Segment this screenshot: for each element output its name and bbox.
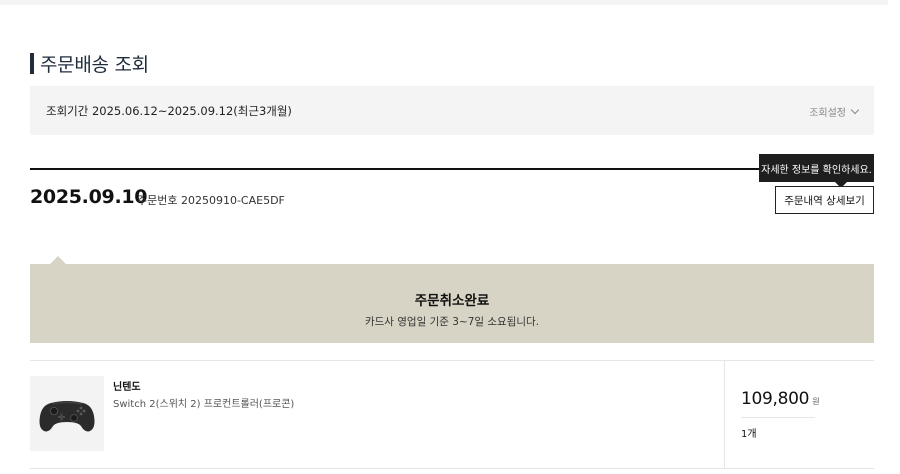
product-quantity: 1개 [741,429,757,440]
period-setting-button[interactable]: 조회설정 [809,104,860,119]
detail-tooltip: 자세한 정보를 확인하세요. [759,154,874,188]
game-controller-icon [39,401,95,432]
order-status-banner: 주문취소완료 카드사 영업일 기준 3~7일 소요됩니다. [30,256,874,343]
item-top-divider [30,360,874,361]
product-thumbnail[interactable] [30,376,104,451]
period-filter-bar: 조회기간 2025.06.12~2025.09.12(최근3개월) 조회설정 [30,86,874,135]
page-title-text: 주문배송 조회 [40,53,149,76]
product-name[interactable]: Switch 2(스위치 2) 프로컨트롤러(프로콘) [113,395,294,410]
price-currency: 원 [812,397,820,406]
item-column-divider [724,360,725,468]
chevron-down-icon [850,105,860,114]
product-brand: 닌텐도 [113,382,141,393]
price-value: 109,800 [741,389,810,409]
period-setting-label: 조회설정 [809,108,846,119]
product-price: 109,800 원 [741,389,820,409]
order-date: 2025.09.10 [30,186,148,208]
title-accent-bar [30,52,34,74]
status-description: 카드사 영업일 기준 3~7일 소요됩니다. [364,316,540,328]
status-title: 주문취소완료 [414,293,490,309]
page-title: 주문배송 조회 [30,50,149,76]
order-divider [30,168,874,170]
price-divider [741,417,815,418]
period-label: 조회기간 2025.06.12~2025.09.12(최근3개월) [46,104,292,118]
top-strip [0,0,888,5]
order-detail-button[interactable]: 주문내역 상세보기 [775,186,874,214]
item-bottom-divider [30,468,874,469]
order-number: 주문번호 20250910-CAE5DF [137,194,285,207]
